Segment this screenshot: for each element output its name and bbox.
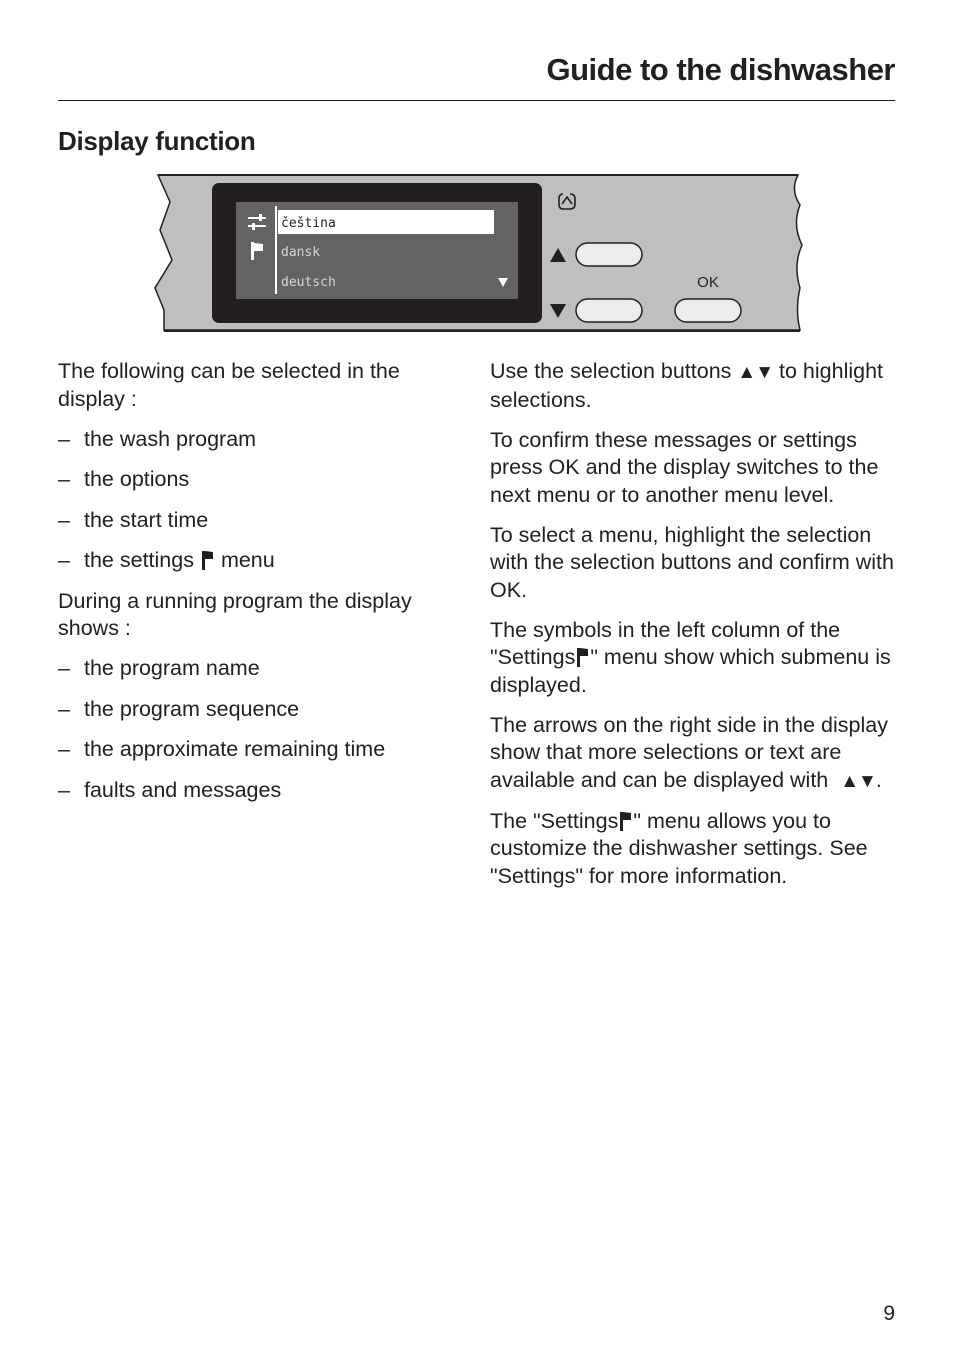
dash-bullet: – xyxy=(58,777,70,802)
ok-label: OK xyxy=(697,274,719,291)
dash-bullet: – xyxy=(58,426,70,451)
display-item-deutsch: deutsch xyxy=(281,275,336,290)
flag-icon xyxy=(201,551,213,570)
text-span: . xyxy=(875,767,882,792)
list-item-text: the program name xyxy=(84,656,260,680)
list-item-text: faults and messages xyxy=(84,777,282,802)
running-intro: During a running program the display sho… xyxy=(58,588,412,641)
dash-bullet: – xyxy=(58,507,70,532)
paragraph-select-menu: To select a menu, highlight the selectio… xyxy=(490,522,894,602)
list-item-text: the settings xyxy=(84,548,194,572)
paragraph-selection-buttons: Use the selection buttons ▲▼ to highligh… xyxy=(490,358,910,414)
list-item-text: the program sequence xyxy=(84,696,300,721)
list-item-text: the wash program xyxy=(84,426,257,451)
dash-bullet: – xyxy=(58,656,70,680)
control-panel-illustration: čeština dansk deutsch OK xyxy=(150,170,810,340)
list-item: – the settings menu xyxy=(58,547,458,575)
right-column: Use the selection buttons ▲▼ to highligh… xyxy=(490,358,910,903)
up-down-arrows-icon: ▲▼ xyxy=(840,770,877,792)
list-item: – faults and messages xyxy=(58,777,458,805)
display-item-dansk: dansk xyxy=(281,245,320,260)
selectable-list: – the wash program – the options – the s… xyxy=(58,426,458,575)
list-item: – the start time xyxy=(58,507,458,535)
selectable-intro: The following can be selected in the dis… xyxy=(58,359,400,411)
list-item-text: the start time xyxy=(84,507,209,532)
section-title: Display function xyxy=(58,126,256,156)
dash-bullet: – xyxy=(58,467,70,491)
list-item: – the program name xyxy=(58,655,458,683)
list-item: – the program sequence xyxy=(58,696,458,724)
list-item: – the wash program xyxy=(58,426,458,454)
flag-icon xyxy=(620,811,632,831)
list-item: – the approximate remaining time xyxy=(58,736,458,764)
flag-icon xyxy=(577,648,589,667)
left-column: The following can be selected in the dis… xyxy=(58,358,458,817)
text-span: The arrows on the right side in the disp… xyxy=(490,712,888,792)
up-down-arrows-icon: ▲▼ xyxy=(737,362,774,383)
header-divider xyxy=(58,100,895,101)
ok-button xyxy=(674,298,742,323)
dash-bullet: – xyxy=(58,548,70,572)
paragraph-arrows: The arrows on the right side in the disp… xyxy=(490,712,910,796)
dash-bullet: – xyxy=(58,696,70,721)
list-item-text: menu xyxy=(220,548,275,572)
text-span: Use the selection buttons xyxy=(490,359,732,383)
page-number: 9 xyxy=(883,1302,895,1325)
page-header-title: Guide to the dishwasher xyxy=(546,52,896,87)
up-button xyxy=(575,242,643,267)
list-item-text: the options xyxy=(84,467,190,491)
text-span: The "Settings xyxy=(490,808,619,833)
list-item: – the options xyxy=(58,466,458,494)
display-item-cestina: čeština xyxy=(281,216,336,231)
down-button xyxy=(575,298,643,323)
paragraph-confirm: To confirm these messages or settings pr… xyxy=(490,427,879,507)
paragraph-settings-menu: The "Settings " menu allows you to custo… xyxy=(490,808,910,891)
paragraph-symbols: The symbols in the left column of the "S… xyxy=(490,617,910,700)
dash-bullet: – xyxy=(58,737,70,761)
running-list: – the program name – the program sequenc… xyxy=(58,655,458,804)
list-item-text: the approximate remaining time xyxy=(84,737,386,761)
